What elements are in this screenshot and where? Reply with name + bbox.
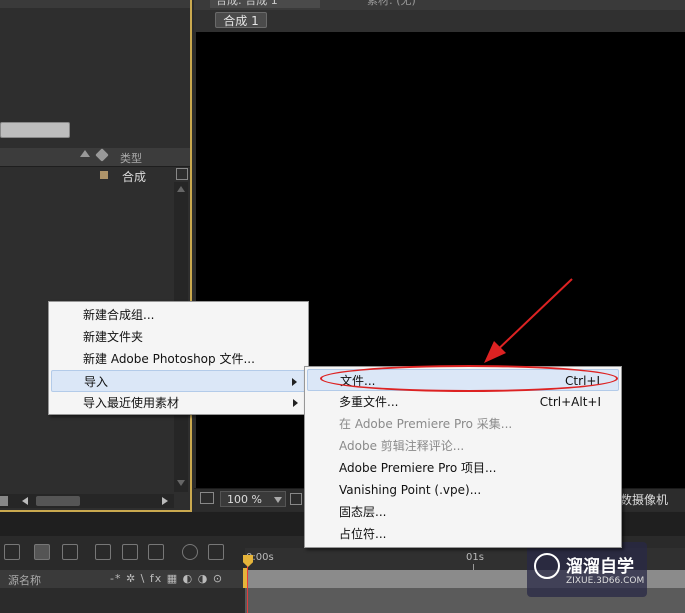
project-search-input[interactable] [0, 122, 70, 138]
menu-item-label: Vanishing Point (.vpe)... [339, 483, 482, 497]
annotation-arrow-icon [484, 278, 573, 363]
menu-item-label: 新建合成组... [83, 308, 155, 322]
chevron-down-icon[interactable] [274, 497, 282, 503]
hide-shy-layers-icon[interactable] [95, 544, 111, 560]
always-preview-icon[interactable] [200, 492, 214, 504]
menu-item-label: Adobe 剪辑注释评论... [339, 439, 465, 453]
scroll-down-arrow-icon[interactable] [177, 480, 185, 486]
motion-blur-icon[interactable] [148, 544, 164, 560]
menu-item-label: 多重文件... [339, 395, 399, 409]
tab-composition[interactable]: 合成: 合成 1 [210, 0, 320, 8]
project-column-header[interactable] [0, 148, 190, 167]
scroll-right-arrow-icon[interactable] [162, 497, 168, 505]
watermark-url: ZIXUE.3D66.COM [566, 576, 645, 586]
viewer-subtab-row [194, 10, 685, 32]
menu-item-new-folder[interactable]: 新建文件夹 [51, 326, 306, 348]
horizontal-scroll-thumb[interactable] [36, 496, 80, 506]
sort-arrow-icon[interactable] [80, 150, 90, 157]
import-submenu: 文件... Ctrl+I 多重文件... Ctrl+Alt+I 在 Adobe Pr… [304, 366, 622, 548]
comp-1-tab[interactable]: 合成 1 [215, 12, 267, 28]
menu-item-label: 导入最近使用素材 [83, 396, 180, 410]
comp-mini-flowchart-icon[interactable] [34, 544, 50, 560]
frame-blending-icon[interactable] [122, 544, 138, 560]
menu-item-label: 固态层... [339, 505, 387, 519]
timeline-nav-icon[interactable] [4, 544, 20, 560]
grid-guides-icon[interactable] [290, 493, 302, 505]
submenu-item-premiere-project[interactable]: Adobe Premiere Pro 项目... [307, 457, 619, 479]
column-source-name[interactable]: 源名称 [8, 572, 41, 588]
label-color-swatch[interactable] [100, 171, 108, 179]
submenu-item-vanishing-point[interactable]: Vanishing Point (.vpe)... [307, 479, 619, 501]
menu-item-import-recent[interactable]: 导入最近使用素材 [51, 392, 306, 414]
project-panel-top [0, 0, 190, 8]
submenu-item-multiple-files[interactable]: 多重文件... Ctrl+Alt+I [307, 391, 619, 413]
time-tick-label: 01s [466, 552, 484, 563]
menu-item-label: 导入 [84, 375, 109, 389]
trash-icon[interactable] [0, 496, 8, 506]
menu-item-new-composition[interactable]: 新建合成组... [51, 304, 306, 326]
submenu-item-placeholder[interactable]: 占位符... [307, 523, 619, 545]
menu-item-label: 新建文件夹 [83, 330, 144, 344]
project-context-menu: 新建合成组... 新建文件夹 新建 Adobe Photoshop 文件... … [48, 301, 309, 415]
project-item-type[interactable]: 合成 [122, 168, 146, 185]
play-logo-icon [534, 553, 560, 579]
menu-item-label: 占位符... [339, 527, 387, 541]
brainstorm-icon[interactable] [182, 544, 198, 560]
submenu-item-solid[interactable]: 固态层... [307, 501, 619, 523]
menu-item-new-photoshop-file[interactable]: 新建 Adobe Photoshop 文件... [51, 348, 306, 370]
project-panel [0, 0, 192, 512]
watermark-title: 溜溜自学 [566, 557, 634, 577]
menu-shortcut: Ctrl+Alt+I [539, 395, 601, 409]
camera-view-label[interactable]: 数摄像机 [620, 491, 668, 508]
menu-item-import[interactable]: 导入 [51, 370, 306, 392]
menu-item-label: Adobe Premiere Pro 项目... [339, 461, 497, 475]
scroll-up-arrow-icon[interactable] [177, 186, 185, 192]
menu-item-label: 在 Adobe Premiere Pro 采集... [339, 417, 513, 431]
draft-3d-icon[interactable] [62, 544, 78, 560]
menu-item-label: 新建 Adobe Photoshop 文件... [83, 352, 255, 366]
submenu-item-premiere-capture: 在 Adobe Premiere Pro 采集... [307, 413, 619, 435]
submenu-arrow-icon [293, 399, 298, 407]
submenu-arrow-icon [292, 378, 297, 386]
submenu-item-clip-notes: Adobe 剪辑注释评论... [307, 435, 619, 457]
column-type-label[interactable]: 类型 [120, 150, 142, 166]
playhead-line[interactable] [247, 566, 248, 613]
tab-footage[interactable]: 素材: (无) [335, 0, 455, 8]
scroll-left-arrow-icon[interactable] [22, 497, 28, 505]
flowchart-icon[interactable] [176, 168, 188, 180]
graph-editor-icon[interactable] [208, 544, 224, 560]
layer-switches-icons[interactable]: -* ✲ \ fx ▦ ◐ ◑ ⊙ [110, 572, 223, 585]
